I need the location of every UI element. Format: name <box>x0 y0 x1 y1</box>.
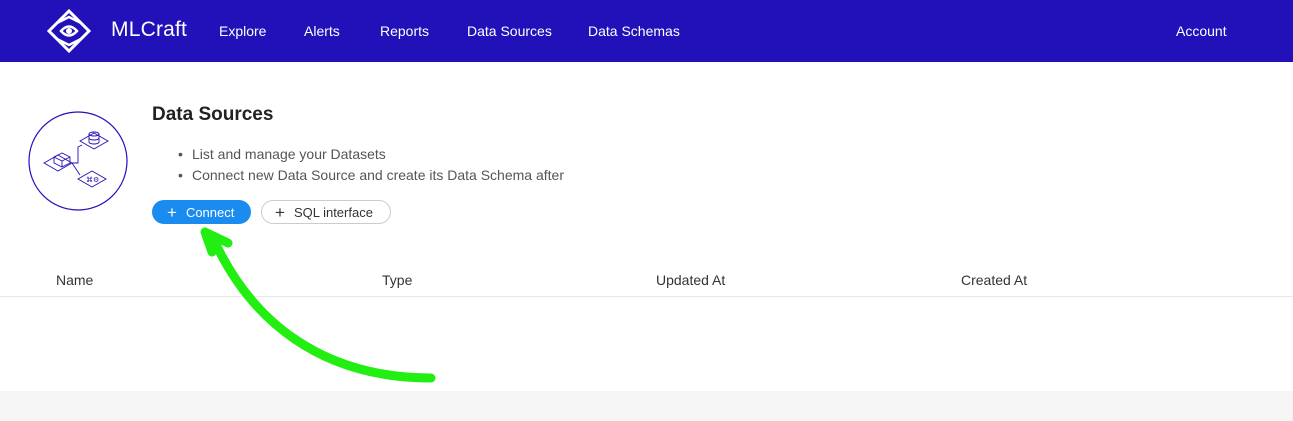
table-header-divider <box>0 296 1293 297</box>
description-item: List and manage your Datasets <box>178 146 564 167</box>
plus-icon: + <box>167 202 177 222</box>
nav-alerts[interactable]: Alerts <box>304 23 340 39</box>
nav-reports[interactable]: Reports <box>380 23 429 39</box>
description-item: Connect new Data Source and create its D… <box>178 167 564 188</box>
sql-interface-button-label: SQL interface <box>293 204 373 220</box>
sql-interface-button[interactable]: + SQL interface <box>261 200 391 224</box>
top-navbar: MLCraft Explore Alerts Reports Data Sour… <box>0 0 1293 62</box>
page-title: Data Sources <box>152 104 274 125</box>
connect-button[interactable]: + Connect <box>152 200 251 224</box>
nav-data-schemas[interactable]: Data Schemas <box>588 23 680 39</box>
column-header-name[interactable]: Name <box>56 272 93 288</box>
column-header-updated-at[interactable]: Updated At <box>656 272 725 288</box>
main-content: ⌘ ⚙ Data Sources List and manage your Da… <box>0 62 1293 391</box>
column-header-type[interactable]: Type <box>382 272 412 288</box>
logo-icon[interactable] <box>47 9 91 53</box>
nav-data-sources[interactable]: Data Sources <box>467 23 552 39</box>
brand-name[interactable]: MLCraft <box>111 18 187 42</box>
description-list: List and manage your Datasets Connect ne… <box>178 146 564 188</box>
connect-button-label: Connect <box>185 204 235 220</box>
svg-text:⚙: ⚙ <box>93 176 99 184</box>
account-link[interactable]: Account <box>1176 23 1227 39</box>
nav-explore[interactable]: Explore <box>219 23 266 39</box>
plus-icon: + <box>275 202 285 222</box>
svg-text:⌘: ⌘ <box>86 176 93 184</box>
database-schema-illustration-icon: ⌘ ⚙ <box>28 111 128 211</box>
column-header-created-at[interactable]: Created At <box>961 272 1027 288</box>
